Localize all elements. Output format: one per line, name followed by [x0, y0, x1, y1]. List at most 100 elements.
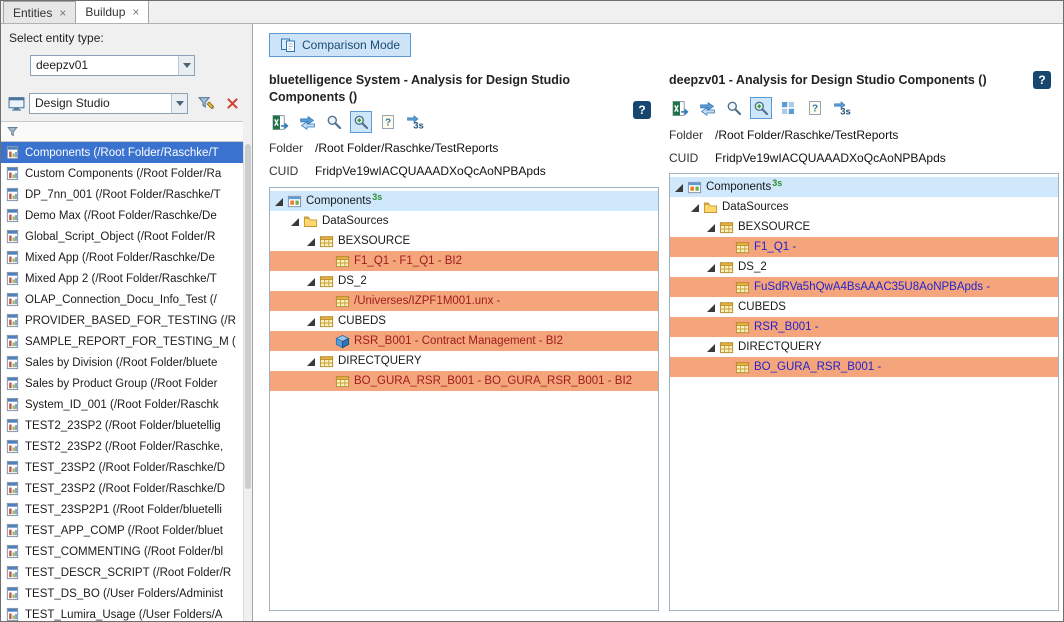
toolbar-button[interactable]: [296, 111, 318, 133]
system-dropdown-value: deepzv01: [31, 56, 178, 75]
datasource-icon: [734, 319, 750, 335]
entity-list-item[interactable]: TEST_COMMENTING (/Root Folder/bl: [1, 541, 243, 562]
svg-text:3s: 3s: [840, 107, 851, 117]
entity-list-item[interactable]: Sales by Product Group (/Root Folder: [1, 373, 243, 394]
entity-list-item[interactable]: TEST_APP_COMP (/Root Folder/bluet: [1, 520, 243, 541]
toolbar-button[interactable]: [696, 97, 718, 119]
tree-node[interactable]: /Universes/IZPF1M001.unx -: [270, 291, 658, 311]
entity-list-item[interactable]: OLAP_Connection_Docu_Info_Test (/: [1, 289, 243, 310]
tree-node[interactable]: RSR_B001 -: [670, 317, 1058, 337]
entity-list-item[interactable]: Mixed App 2 (/Root Folder/Raschke/T: [1, 268, 243, 289]
entity-list-item[interactable]: Custom Components (/Root Folder/Ra: [1, 163, 243, 184]
tree-node[interactable]: F1_Q1 -: [670, 237, 1058, 257]
tree-node[interactable]: CUBEDS: [670, 297, 1058, 317]
entity-list-item[interactable]: Demo Max (/Root Folder/Raschke/De: [1, 205, 243, 226]
entity-list-item[interactable]: TEST2_23SP2 (/Root Folder/Raschke,: [1, 436, 243, 457]
entity-list-item[interactable]: TEST_23SP2P1 (/Root Folder/bluetelli: [1, 499, 243, 520]
close-icon[interactable]: ×: [132, 6, 139, 18]
report-icon: [4, 355, 20, 371]
sidebar-scrollbar[interactable]: [243, 142, 252, 621]
expand-arrow-icon[interactable]: [274, 197, 283, 206]
tree-node[interactable]: DS_2: [670, 257, 1058, 277]
tree-node[interactable]: BEXSOURCE: [670, 217, 1058, 237]
expand-arrow-icon[interactable]: [706, 303, 715, 312]
expand-arrow-icon[interactable]: [290, 217, 299, 226]
tree-node[interactable]: DS_2: [270, 271, 658, 291]
entity-list-item[interactable]: TEST_DESCR_SCRIPT (/Root Folder/R: [1, 562, 243, 583]
entity-list-item[interactable]: TEST_Lumira_Usage (/User Folders/A: [1, 604, 243, 621]
tree-node[interactable]: DIRECTQUERY: [270, 351, 658, 371]
scrollbar-thumb[interactable]: [245, 144, 251, 489]
tree-node[interactable]: BO_GURA_RSR_B001 -: [670, 357, 1058, 377]
toolbar-button[interactable]: [669, 97, 691, 119]
entity-type-dropdown[interactable]: Design Studio: [29, 93, 188, 114]
tree-node[interactable]: DIRECTQUERY: [670, 337, 1058, 357]
entity-list-item[interactable]: SAMPLE_REPORT_FOR_TESTING_M (: [1, 331, 243, 352]
expand-arrow-icon[interactable]: [306, 357, 315, 366]
system-dropdown[interactable]: deepzv01: [30, 55, 195, 76]
filter-row[interactable]: [1, 121, 243, 142]
entity-list-item[interactable]: TEST_23SP2 (/Root Folder/Raschke/D: [1, 457, 243, 478]
entity-list-item[interactable]: System_ID_001 (/Root Folder/Raschk: [1, 394, 243, 415]
cuid-row: CUID FridpVe19wIACQUAAADXoQcAoNPBApds: [669, 151, 946, 165]
expand-arrow-icon[interactable]: [306, 237, 315, 246]
clear-filter-button[interactable]: [221, 92, 244, 115]
entity-label: Demo Max (/Root Folder/Raschke/De: [25, 210, 217, 222]
toolbar-button[interactable]: ?: [377, 111, 399, 133]
folder-row: Folder /Root Folder/Raschke/TestReports: [269, 141, 546, 155]
close-icon[interactable]: ×: [59, 7, 66, 19]
tree-node[interactable]: CUBEDS: [270, 311, 658, 331]
expand-arrow-icon[interactable]: [706, 223, 715, 232]
entity-list-item[interactable]: Components (/Root Folder/Raschke/T: [1, 142, 243, 163]
entity-list-item[interactable]: Sales by Division (/Root Folder/bluete: [1, 352, 243, 373]
help-button[interactable]: ?: [1033, 71, 1051, 89]
report-icon: [4, 586, 20, 602]
toolbar-button[interactable]: ?: [804, 97, 826, 119]
edit-filter-button[interactable]: [195, 92, 218, 115]
toolbar-button[interactable]: [350, 111, 372, 133]
chevron-down-icon[interactable]: [178, 56, 194, 75]
help-button[interactable]: ?: [633, 101, 651, 119]
cuid-value: FridpVe19wIACQUAAADXoQcAoNPBApds: [315, 164, 546, 178]
expand-arrow-icon[interactable]: [674, 183, 683, 192]
tab[interactable]: Buildup ×: [75, 0, 149, 23]
excel-export-icon: [672, 100, 689, 117]
toolbar-button[interactable]: 3s: [404, 111, 426, 133]
expand-arrow-icon[interactable]: [706, 343, 715, 352]
expand-arrow-icon[interactable]: [690, 203, 699, 212]
toolbar-button[interactable]: [323, 111, 345, 133]
toolbar-button[interactable]: [269, 111, 291, 133]
entity-list-item[interactable]: PROVIDER_BASED_FOR_TESTING (/R: [1, 310, 243, 331]
expand-arrow-icon[interactable]: [706, 263, 715, 272]
entity-list: Components (/Root Folder/Raschke/T Custo…: [1, 142, 243, 621]
tree-node[interactable]: DataSources: [270, 211, 658, 231]
toolbar-button[interactable]: [777, 97, 799, 119]
datasource-icon: [334, 373, 350, 389]
entity-list-item[interactable]: TEST2_23SP2 (/Root Folder/bluetellig: [1, 415, 243, 436]
tree-node[interactable]: Components 3s: [670, 177, 1058, 197]
entity-list-item[interactable]: TEST_DS_BO (/User Folders/Administ: [1, 583, 243, 604]
tree-node[interactable]: FuSdRVa5hQwA4BsAAAC35U8AoNPBApds -: [670, 277, 1058, 297]
chevron-down-icon[interactable]: [171, 94, 187, 113]
tree-node-label: CUBEDS: [738, 301, 786, 313]
toolbar-button[interactable]: [750, 97, 772, 119]
tree-node[interactable]: RSR_B001 - Contract Management - BI2: [270, 331, 658, 351]
component-tree: Components 3s DataSources BEXSOURCE: [269, 187, 659, 611]
comparison-mode-button[interactable]: Comparison Mode: [269, 33, 411, 57]
tab[interactable]: Entities ×: [3, 1, 76, 23]
tree-node[interactable]: F1_Q1 - F1_Q1 - BI2: [270, 251, 658, 271]
entity-list-item[interactable]: DP_7nn_001 (/Root Folder/Raschke/T: [1, 184, 243, 205]
toolbar-button[interactable]: 3s: [831, 97, 853, 119]
tree-node[interactable]: BO_GURA_RSR_B001 - BO_GURA_RSR_B001 - BI…: [270, 371, 658, 391]
entity-list-item[interactable]: TEST_23SP2 (/Root Folder/Raschke/D: [1, 478, 243, 499]
expand-arrow-icon[interactable]: [306, 277, 315, 286]
tree-node[interactable]: DataSources: [670, 197, 1058, 217]
expand-arrow-icon[interactable]: [306, 317, 315, 326]
tree-node[interactable]: Components 3s: [270, 191, 658, 211]
entity-list-item[interactable]: Mixed App (/Root Folder/Raschke/De: [1, 247, 243, 268]
entity-list-item[interactable]: Global_Script_Object (/Root Folder/R: [1, 226, 243, 247]
entity-label: TEST2_23SP2 (/Root Folder/bluetellig: [25, 420, 221, 432]
tree-node[interactable]: BEXSOURCE: [270, 231, 658, 251]
report-icon: [4, 397, 20, 413]
toolbar-button[interactable]: [723, 97, 745, 119]
